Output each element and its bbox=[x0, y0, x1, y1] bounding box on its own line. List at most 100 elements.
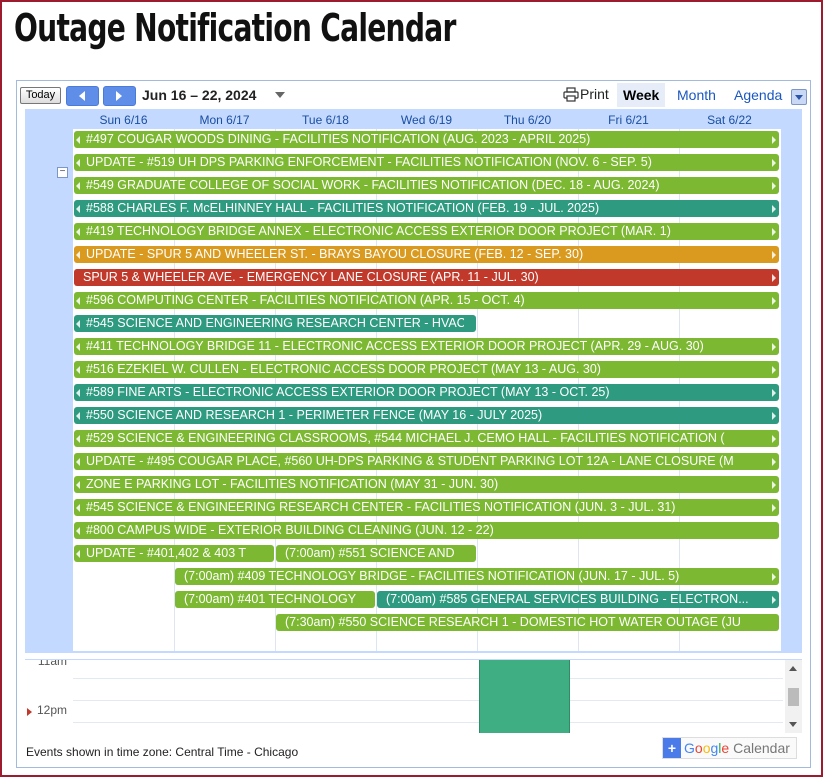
add-to-google-calendar-button[interactable]: + Google Calendar bbox=[662, 737, 797, 759]
date-range-label: Jun 16 – 22, 2024 bbox=[142, 87, 257, 103]
chevron-left-icon bbox=[79, 91, 85, 101]
event-bar[interactable]: #419 TECHNOLOGY BRIDGE ANNEX - ELECTRONI… bbox=[74, 223, 779, 240]
date-range-dropdown-icon[interactable] bbox=[273, 89, 287, 101]
calendar-footer: Events shown in time zone: Central Time … bbox=[17, 733, 810, 767]
continues-left-icon bbox=[76, 504, 80, 512]
printer-icon bbox=[563, 87, 579, 102]
scroll-down-icon[interactable] bbox=[789, 722, 797, 727]
continues-left-icon bbox=[76, 136, 80, 144]
view-dropdown-button[interactable] bbox=[791, 89, 807, 105]
event-bar[interactable]: #545 SCIENCE AND ENGINEERING RESEARCH CE… bbox=[74, 315, 476, 332]
next-week-button[interactable] bbox=[103, 86, 136, 106]
event-bar[interactable]: (7:00am) #551 SCIENCE AND bbox=[276, 545, 476, 562]
event-bar[interactable]: #596 COMPUTING CENTER - FACILITIES NOTIF… bbox=[74, 292, 779, 309]
continues-left-icon bbox=[76, 228, 80, 236]
continues-left-icon bbox=[76, 412, 80, 420]
continues-left-icon bbox=[76, 320, 80, 328]
day-header-thu[interactable]: Thu 6/20 bbox=[477, 111, 578, 129]
event-bar[interactable]: #545 SCIENCE & ENGINEERING RESEARCH CENT… bbox=[74, 499, 779, 516]
current-time-marker bbox=[27, 708, 32, 716]
event-bar[interactable]: UPDATE - #495 COUGAR PLACE, #560 UH-DPS … bbox=[74, 453, 779, 470]
continues-right-icon bbox=[772, 182, 776, 190]
day-header-sun[interactable]: Sun 6/16 bbox=[73, 111, 174, 129]
event-bar[interactable]: #589 FINE ARTS - ELECTRONIC ACCESS EXTER… bbox=[74, 384, 779, 401]
event-label: (7:00am) #409 TECHNOLOGY BRIDGE - FACILI… bbox=[184, 569, 680, 583]
day-header-mon[interactable]: Mon 6/17 bbox=[174, 111, 275, 129]
event-bar[interactable]: #588 CHARLES F. McELHINNEY HALL - FACILI… bbox=[74, 200, 779, 217]
page-title: Outage Notification Calendar bbox=[14, 6, 456, 50]
calendar-toolbar: Today Jun 16 – 22, 2024 Print Week Month… bbox=[17, 81, 810, 109]
continues-left-icon bbox=[76, 481, 80, 489]
hour-line bbox=[73, 700, 783, 701]
scroll-thumb[interactable] bbox=[788, 688, 799, 706]
continues-left-icon bbox=[76, 297, 80, 305]
day-header-fri[interactable]: Fri 6/21 bbox=[578, 111, 679, 129]
continues-left-icon bbox=[76, 458, 80, 466]
event-label: SPUR 5 & WHEELER AVE. - EMERGENCY LANE C… bbox=[83, 270, 539, 284]
continues-right-icon bbox=[772, 458, 776, 466]
event-bar[interactable]: SPUR 5 & WHEELER AVE. - EMERGENCY LANE C… bbox=[74, 269, 779, 286]
event-bar[interactable]: UPDATE - SPUR 5 AND WHEELER ST. - BRAYS … bbox=[74, 246, 779, 263]
tab-agenda[interactable]: Agenda bbox=[728, 83, 788, 107]
event-label: #411 TECHNOLOGY BRIDGE 11 - ELECTRONIC A… bbox=[86, 339, 704, 353]
print-label: Print bbox=[580, 86, 609, 102]
event-label: #549 GRADUATE COLLEGE OF SOCIAL WORK - F… bbox=[86, 178, 660, 192]
event-bar[interactable]: #529 SCIENCE & ENGINEERING CLASSROOMS, #… bbox=[74, 430, 779, 447]
event-bar[interactable]: #549 GRADUATE COLLEGE OF SOCIAL WORK - F… bbox=[74, 177, 779, 194]
timed-area-scrollbar[interactable] bbox=[785, 660, 802, 734]
continues-left-icon bbox=[76, 366, 80, 374]
event-label: #589 FINE ARTS - ELECTRONIC ACCESS EXTER… bbox=[86, 385, 610, 399]
event-label: #545 SCIENCE AND ENGINEERING RESEARCH CE… bbox=[86, 316, 464, 330]
continues-left-icon bbox=[76, 159, 80, 167]
event-bar[interactable]: #497 COUGAR WOODS DINING - FACILITIES NO… bbox=[74, 131, 779, 148]
tab-week[interactable]: Week bbox=[617, 83, 666, 107]
continues-left-icon bbox=[76, 435, 80, 443]
event-bar[interactable]: #411 TECHNOLOGY BRIDGE 11 - ELECTRONIC A… bbox=[74, 338, 779, 355]
day-header-wed[interactable]: Wed 6/19 bbox=[376, 111, 477, 129]
continues-left-icon bbox=[76, 205, 80, 213]
continues-right-icon bbox=[772, 596, 776, 604]
timed-event-block[interactable] bbox=[479, 660, 570, 734]
continues-right-icon bbox=[772, 228, 776, 236]
event-bar[interactable]: #550 SCIENCE AND RESEARCH 1 - PERIMETER … bbox=[74, 407, 779, 424]
event-bar[interactable]: (7:00am) #401 TECHNOLOGY bbox=[175, 591, 375, 608]
continues-right-icon bbox=[772, 366, 776, 374]
continues-right-icon bbox=[772, 297, 776, 305]
prev-week-button[interactable] bbox=[66, 86, 99, 106]
today-button[interactable]: Today bbox=[20, 87, 61, 104]
event-bar[interactable]: UPDATE - #519 UH DPS PARKING ENFORCEMENT… bbox=[74, 154, 779, 171]
event-bar[interactable]: (7:00am) #409 TECHNOLOGY BRIDGE - FACILI… bbox=[175, 568, 779, 585]
scroll-up-icon[interactable] bbox=[789, 666, 797, 671]
event-label: (7:00am) #401 TECHNOLOGY bbox=[184, 592, 357, 606]
half-hour-line bbox=[73, 678, 783, 679]
event-bar[interactable]: #800 CAMPUS WIDE - EXTERIOR BUILDING CLE… bbox=[74, 522, 779, 539]
event-label: #529 SCIENCE & ENGINEERING CLASSROOMS, #… bbox=[86, 431, 725, 445]
half-hour-line bbox=[73, 722, 783, 723]
event-bar[interactable]: (7:00am) #585 GENERAL SERVICES BUILDING … bbox=[377, 591, 779, 608]
event-label: UPDATE - #495 COUGAR PLACE, #560 UH-DPS … bbox=[86, 454, 734, 468]
chevron-down-icon bbox=[795, 95, 803, 100]
event-label: #550 SCIENCE AND RESEARCH 1 - PERIMETER … bbox=[86, 408, 543, 422]
google-wordmark: Google bbox=[684, 740, 730, 756]
timezone-note: Events shown in time zone: Central Time … bbox=[26, 745, 299, 759]
event-label: #516 EZEKIEL W. CULLEN - ELECTRONIC ACCE… bbox=[86, 362, 601, 376]
time-label-12pm: 12pm bbox=[36, 703, 67, 717]
collapse-allday-toggle[interactable]: − bbox=[57, 167, 68, 178]
print-button[interactable]: Print bbox=[563, 86, 609, 102]
event-bar[interactable]: (7:30am) #550 SCIENCE RESEARCH 1 - DOMES… bbox=[276, 614, 779, 631]
event-bar[interactable]: ZONE E PARKING LOT - FACILITIES NOTIFICA… bbox=[74, 476, 779, 493]
week-grid: Sun 6/16 Mon 6/17 Tue 6/18 Wed 6/19 Thu … bbox=[25, 109, 802, 653]
embedded-calendar: Today Jun 16 – 22, 2024 Print Week Month… bbox=[16, 80, 811, 768]
continues-left-icon bbox=[76, 527, 80, 535]
day-header-sat[interactable]: Sat 6/22 bbox=[679, 111, 780, 129]
event-label: #419 TECHNOLOGY BRIDGE ANNEX - ELECTRONI… bbox=[86, 224, 671, 238]
event-bar[interactable]: #516 EZEKIEL W. CULLEN - ELECTRONIC ACCE… bbox=[74, 361, 779, 378]
day-header-tue[interactable]: Tue 6/18 bbox=[275, 111, 376, 129]
event-bar[interactable]: UPDATE - #401,402 & 403 T bbox=[74, 545, 274, 562]
continues-left-icon bbox=[76, 251, 80, 259]
chevron-right-icon bbox=[116, 91, 122, 101]
tab-month[interactable]: Month bbox=[671, 83, 722, 107]
event-label: #497 COUGAR WOODS DINING - FACILITIES NO… bbox=[86, 132, 591, 146]
event-label: #596 COMPUTING CENTER - FACILITIES NOTIF… bbox=[86, 293, 525, 307]
event-label: #588 CHARLES F. McELHINNEY HALL - FACILI… bbox=[86, 201, 600, 215]
